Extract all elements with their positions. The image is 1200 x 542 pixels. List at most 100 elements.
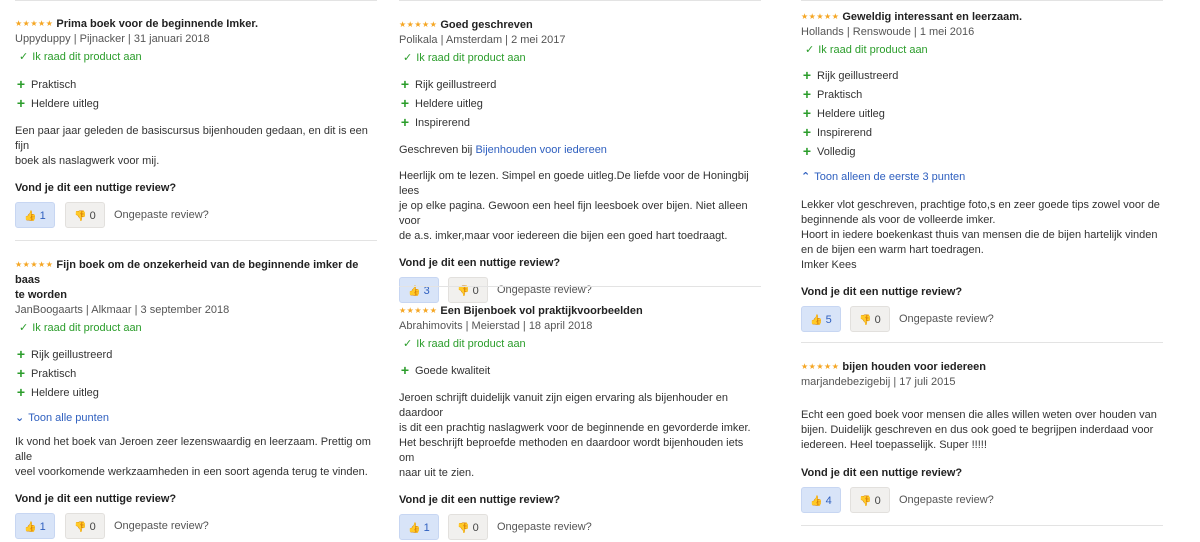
- review-column-2: ★★★★★ Goed geschreven Polikala | Amsterda…: [399, 0, 761, 540]
- review-body: Lekker vlot geschreven, prachtige foto,s…: [801, 199, 1160, 271]
- chevron-down-icon: ⌄: [15, 412, 25, 424]
- divider: [399, 286, 761, 287]
- thumbs-up-icon: 👍: [24, 211, 37, 222]
- review-meta: Polikala | Amsterdam | 2 mei 2017: [399, 34, 566, 46]
- review-card: ★★★★★ Fijn boek om de onzekerheid van de …: [15, 257, 377, 539]
- thumbs-up-icon: 👍: [408, 523, 421, 534]
- show-all-points-toggle[interactable]: ⌄ Toon alle punten: [15, 411, 377, 426]
- check-icon: ✓: [805, 44, 815, 56]
- review-card: ★★★★★ Prima boek voor de beginnende Imker…: [15, 16, 377, 228]
- pro-item: + Inspirerend: [400, 114, 471, 130]
- check-icon: ✓: [19, 51, 29, 63]
- thumbs-down-icon: 👎: [74, 522, 87, 533]
- unhelpful-button[interactable]: 👎 0: [850, 306, 890, 332]
- helpful-button[interactable]: 👍 1: [15, 513, 55, 539]
- thumbs-down-icon: 👎: [74, 211, 87, 222]
- thumbs-down-icon: 👎: [457, 523, 470, 534]
- star-rating-icon: ★★★★★: [399, 306, 438, 315]
- review-body: Jeroen schrijft duidelijk vanuit zijn ei…: [399, 392, 751, 479]
- review-title: Fijn boek om de onzekerheid van de begin…: [15, 259, 359, 286]
- check-icon: ✓: [403, 52, 413, 64]
- pro-item: + Heldere uitleg: [802, 105, 885, 121]
- plus-icon: +: [16, 95, 26, 111]
- show-fewer-points-toggle[interactable]: ⌃ Toon alleen de eerste 3 punten: [801, 170, 1163, 185]
- recommend-badge: ✓ Ik raad dit product aan: [403, 338, 526, 350]
- vote-row: 👍 5 👎 0 Ongepaste review?: [801, 306, 1163, 332]
- unhelpful-button[interactable]: 👎 0: [448, 277, 488, 303]
- vote-row: 👍 1 👎 0 Ongepaste review?: [15, 513, 377, 539]
- report-review-link[interactable]: Ongepaste review?: [114, 202, 209, 228]
- review-meta: Hollands | Renswoude | 1 mei 2016: [801, 26, 975, 38]
- divider: [801, 342, 1163, 343]
- helpful-question: Vond je dit een nuttige review?: [399, 494, 561, 506]
- plus-icon: +: [16, 384, 26, 400]
- pro-item: + Goede kwaliteit: [400, 362, 491, 378]
- star-rating-icon: ★★★★★: [801, 362, 840, 371]
- report-review-link[interactable]: Ongepaste review?: [497, 514, 592, 540]
- vote-row: 👍 4 👎 0 Ongepaste review?: [801, 487, 1163, 513]
- review-card: ★★★★★ Goed geschreven Polikala | Amsterda…: [399, 17, 761, 303]
- review-title: Prima boek voor de beginnende Imker.: [56, 18, 259, 30]
- plus-icon: +: [802, 124, 812, 140]
- review-meta: marjandebezigebij | 17 juli 2015: [801, 376, 956, 388]
- pros-list: + Rijk geillustreerd + Heldere uitleg + Ins…: [399, 75, 761, 132]
- review-meta: Abrahimovits | Meierstad | 18 april 2018: [399, 320, 593, 332]
- review-card: ★★★★★ Geweldig interessant en leerzaam. H…: [801, 9, 1163, 332]
- plus-icon: +: [16, 346, 26, 362]
- report-review-link[interactable]: Ongepaste review?: [899, 306, 994, 332]
- review-body: Heerlijk om te lezen. Simpel en goede ui…: [399, 170, 749, 242]
- recommend-badge: ✓ Ik raad dit product aan: [805, 44, 928, 56]
- review-title: Geweldig interessant en leerzaam.: [842, 11, 1023, 23]
- helpful-button[interactable]: 👍 4: [801, 487, 841, 513]
- vote-row: 👍 1 👎 0 Ongepaste review?: [15, 202, 377, 228]
- unhelpful-button[interactable]: 👎 0: [448, 514, 488, 540]
- pros-list: + Rijk geillustreerd + Praktisch + Heldere …: [15, 345, 377, 402]
- divider: [15, 240, 377, 241]
- review-card: ★★★★★ bijen houden voor iedereen marjande…: [801, 359, 1163, 513]
- review-title: Een Bijenboek vol praktijkvoorbeelden: [440, 305, 643, 317]
- plus-icon: +: [400, 114, 410, 130]
- pro-item: + Heldere uitleg: [16, 384, 99, 400]
- plus-icon: +: [802, 105, 812, 121]
- plus-icon: +: [400, 362, 410, 378]
- pro-item: + Rijk geillustreerd: [400, 76, 497, 92]
- review-column-3: ★★★★★ Geweldig interessant en leerzaam. H…: [801, 0, 1163, 530]
- pro-item: + Praktisch: [16, 76, 77, 92]
- helpful-button[interactable]: 👍 1: [399, 514, 439, 540]
- review-title: bijen houden voor iedereen: [842, 361, 986, 373]
- unhelpful-button[interactable]: 👎 0: [65, 202, 105, 228]
- review-card: ★★★★★ Een Bijenboek vol praktijkvoorbeeld…: [399, 303, 761, 540]
- vote-row: 👍 3 👎 0 Ongepaste review?: [399, 277, 761, 303]
- report-review-link[interactable]: Ongepaste review?: [497, 277, 592, 303]
- thumbs-up-icon: 👍: [810, 315, 823, 326]
- helpful-button[interactable]: 👍 5: [801, 306, 841, 332]
- recommend-badge: ✓ Ik raad dit product aan: [19, 51, 142, 63]
- report-review-link[interactable]: Ongepaste review?: [114, 513, 209, 539]
- helpful-button[interactable]: 👍 3: [399, 277, 439, 303]
- pro-item: + Volledig: [802, 143, 856, 159]
- unhelpful-button[interactable]: 👎 0: [65, 513, 105, 539]
- unhelpful-button[interactable]: 👎 0: [850, 487, 890, 513]
- vote-row: 👍 1 👎 0 Ongepaste review?: [399, 514, 761, 540]
- pros-list: + Rijk geillustreerd + Praktisch + Heldere …: [801, 66, 1163, 161]
- pro-item: + Inspirerend: [802, 124, 873, 140]
- review-body: Ik vond het boek van Jeroen zeer lezensw…: [15, 436, 371, 478]
- divider: [801, 0, 1163, 1]
- divider: [801, 525, 1163, 526]
- review-meta: Uppyduppy | Pijnacker | 31 januari 2018: [15, 33, 210, 45]
- helpful-question: Vond je dit een nuttige review?: [15, 493, 177, 505]
- check-icon: ✓: [403, 338, 413, 350]
- plus-icon: +: [802, 143, 812, 159]
- helpful-question: Vond je dit een nuttige review?: [15, 182, 177, 194]
- star-rating-icon: ★★★★★: [15, 19, 54, 28]
- review-column-1: ★★★★★ Prima boek voor de beginnende Imker…: [15, 0, 377, 539]
- plus-icon: +: [16, 365, 26, 381]
- thumbs-up-icon: 👍: [810, 496, 823, 507]
- review-meta: JanBoogaarts | Alkmaar | 3 september 201…: [15, 304, 230, 316]
- report-review-link[interactable]: Ongepaste review?: [899, 487, 994, 513]
- review-body: Echt een goed boek voor mensen die alles…: [801, 409, 1157, 451]
- helpful-question: Vond je dit een nuttige review?: [399, 257, 561, 269]
- product-link[interactable]: Bijenhouden voor iedereen: [475, 144, 607, 156]
- helpful-button[interactable]: 👍 1: [15, 202, 55, 228]
- pros-list: + Praktisch + Heldere uitleg: [15, 75, 377, 113]
